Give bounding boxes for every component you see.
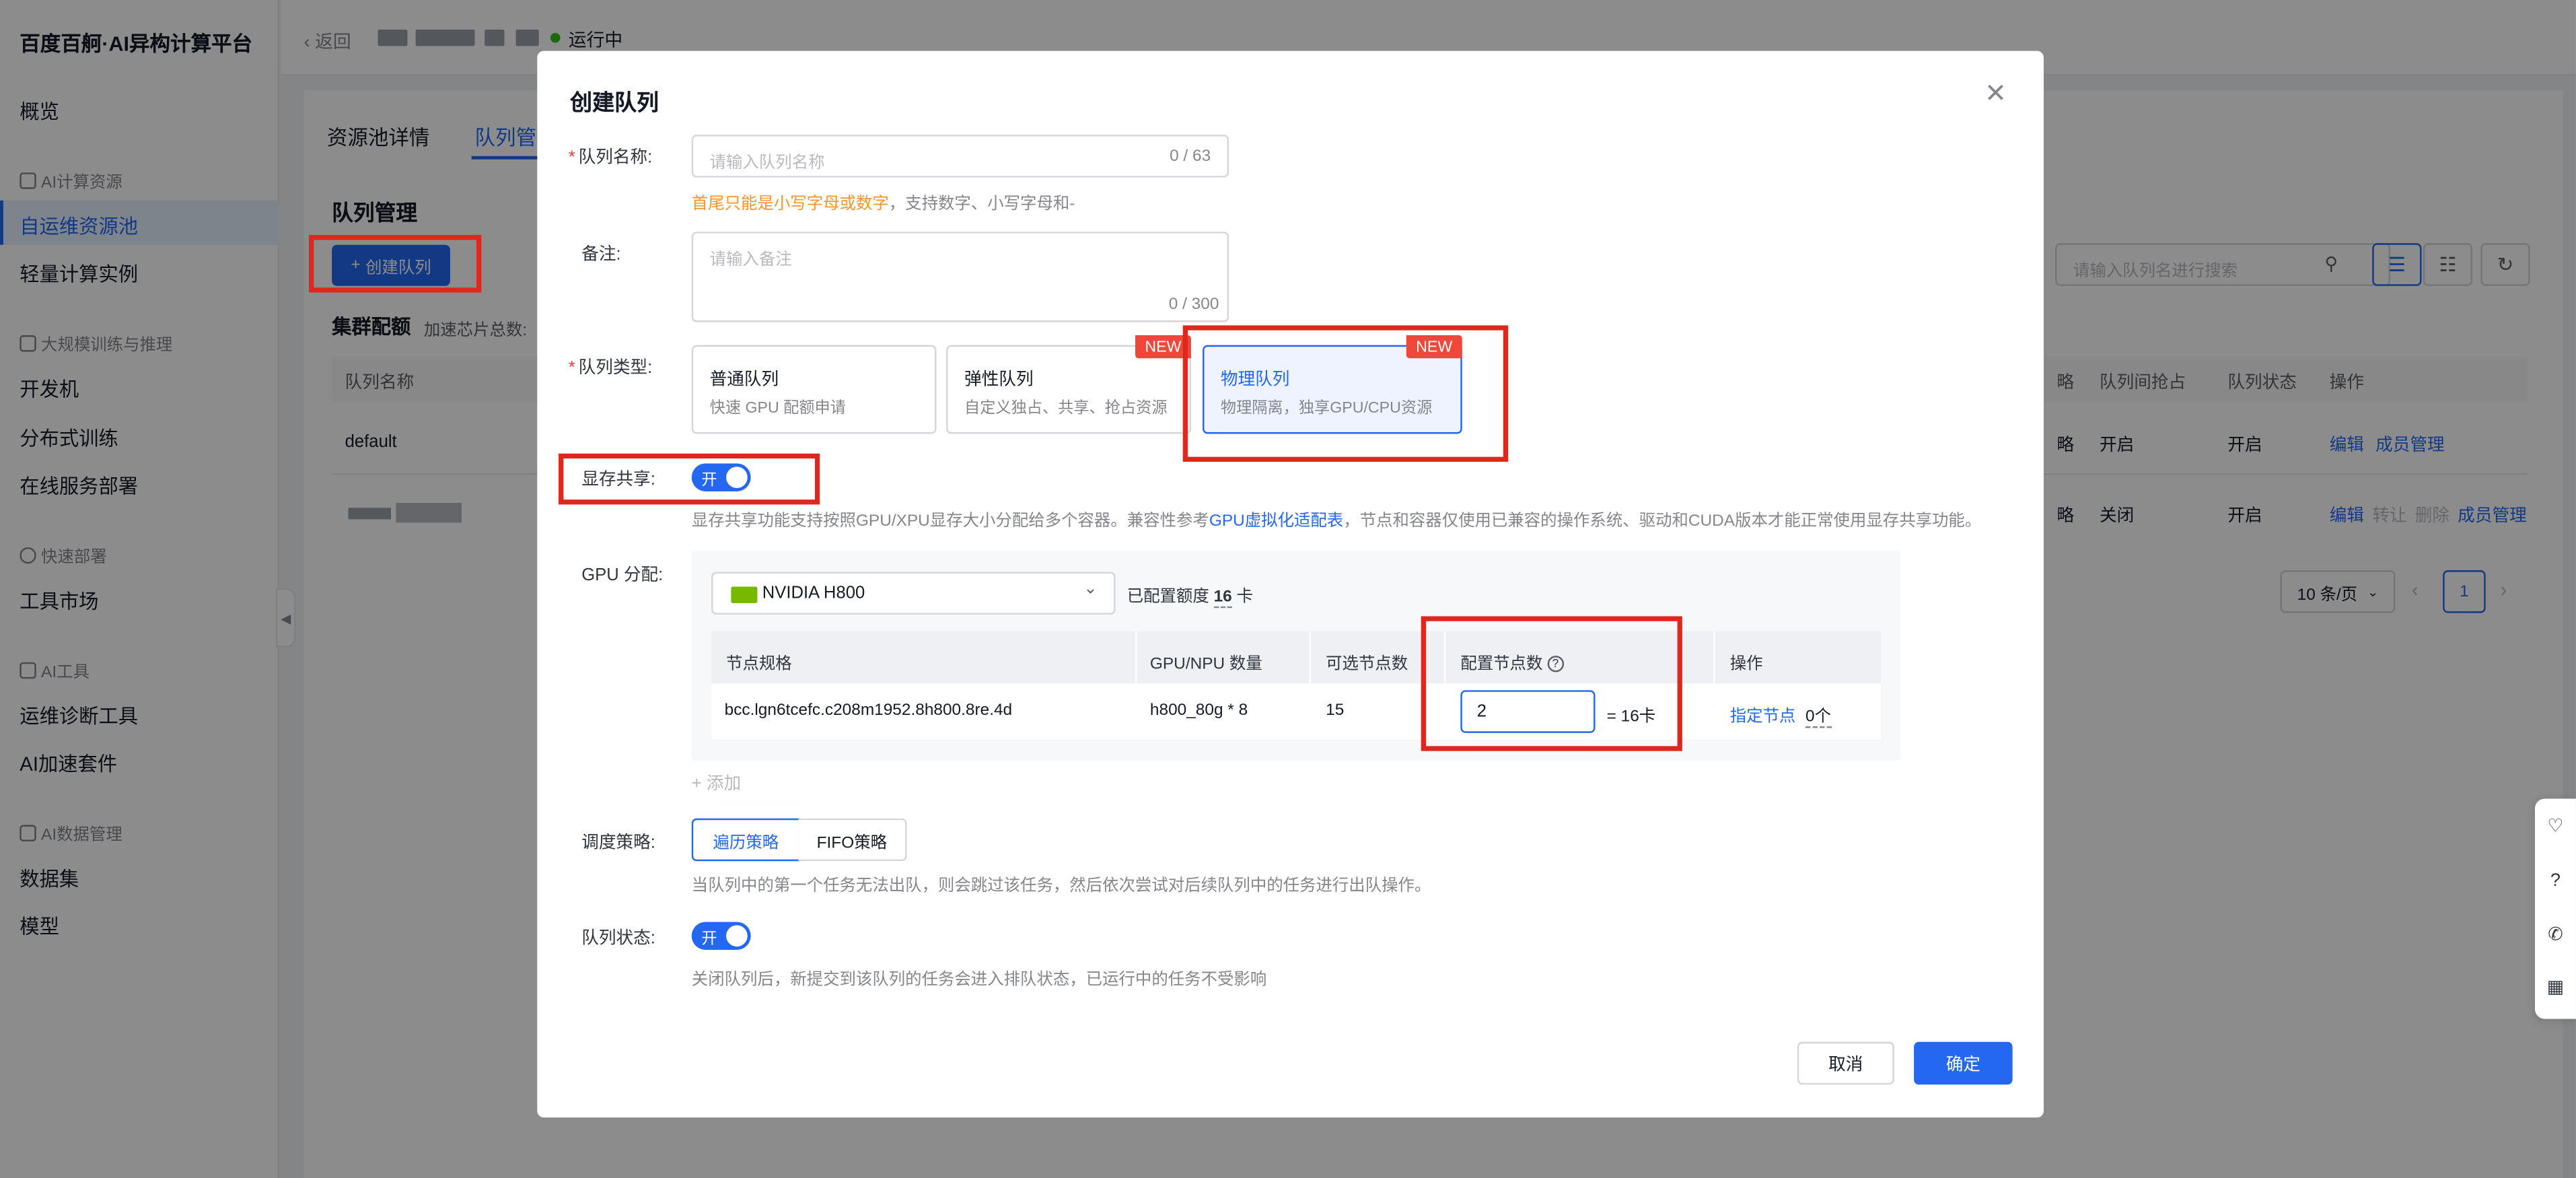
schedule-traverse-option[interactable]: 遍历策略 xyxy=(691,818,800,862)
dialog-title: 创建队列 xyxy=(570,90,659,115)
queue-state-toggle[interactable]: 开 xyxy=(691,922,751,950)
add-row-button[interactable]: + 添加 xyxy=(692,771,741,796)
phone-icon[interactable]: ✆ xyxy=(2545,925,2567,946)
node-spec: bcc.lgn6tcefc.c208m1952.8h800.8re.4d xyxy=(724,701,1013,720)
th-gpu-count: GPU/NPU 数量 xyxy=(1149,656,1262,674)
chevron-down-icon: ⌄ xyxy=(1083,580,1098,598)
plus-icon: + xyxy=(691,773,707,794)
quota-value: 16 xyxy=(1213,588,1232,609)
queue-state-hint: 关闭队列后，新提交到该队列的任务会进入排队状态，已运行中的任务不受影响 xyxy=(691,971,1267,990)
annotation-box-create xyxy=(308,235,482,293)
gpu-model-select[interactable]: NVIDIA H800 ⌄ xyxy=(711,571,1116,615)
queue-state-label: 队列状态: xyxy=(581,928,655,948)
schedule-label: 调度策略: xyxy=(581,833,655,854)
confirm-button[interactable]: 确定 xyxy=(1914,1041,2013,1085)
remark-textarea[interactable]: 请输入备注 0 / 300 xyxy=(691,232,1229,322)
cancel-button[interactable]: 取消 xyxy=(1797,1041,1894,1085)
assign-node-link[interactable]: 指定节点 xyxy=(1730,701,1796,726)
help-icon[interactable]: ? xyxy=(2545,871,2567,893)
col-divider xyxy=(1713,631,1715,684)
col-divider xyxy=(1135,631,1137,684)
queue-name-input[interactable]: 请输入队列名称 0 / 63 xyxy=(691,135,1229,178)
grid-icon[interactable]: ▦ xyxy=(2545,978,2567,1000)
node-table-row: bcc.lgn6tcefc.c208m1952.8h800.8re.4d h80… xyxy=(711,683,1882,740)
node-table-header: 节点规格 GPU/NPU 数量 可选节点数 配置节点数 ? 操作 xyxy=(711,631,1882,684)
configured-quota: 已配置额度 16 卡 xyxy=(1127,582,1253,609)
annotation-box-config xyxy=(1421,616,1682,751)
schedule-fifo-option[interactable]: FIFO策略 xyxy=(798,818,907,862)
gpu-alloc-panel: NVIDIA H800 ⌄ 已配置额度 16 卡 节点规格 GPU/NPU 数量… xyxy=(691,550,1901,761)
th-spec: 节点规格 xyxy=(726,656,792,674)
assigned-count: 0个 xyxy=(1805,701,1831,728)
gpu-count: h800_80g * 8 xyxy=(1149,701,1248,720)
th-ops: 操作 xyxy=(1729,656,1763,674)
mem-share-hint: 显存共享功能支持按照GPU/XPU显存大小分配给多个容器。兼容性参考GPU虚拟化… xyxy=(691,512,1982,531)
toggle-knob xyxy=(726,925,748,947)
queue-type-desc: 自定义独占、共享、抢占资源 xyxy=(964,399,1168,418)
gpu-model-value: NVIDIA H800 xyxy=(762,583,865,603)
queue-type-title: 普通队列 xyxy=(709,370,779,390)
floating-toolbar: ♡ ? ✆ ▦ xyxy=(2534,798,2576,1019)
remark-label: 备注: xyxy=(581,244,621,265)
avail-nodes: 15 xyxy=(1326,701,1345,720)
close-icon[interactable]: ✕ xyxy=(1984,77,2007,110)
queue-name-counter: 0 / 63 xyxy=(1170,147,1211,166)
queue-type-title: 弹性队列 xyxy=(964,370,1034,390)
gpu-alloc-label: GPU 分配: xyxy=(581,565,664,586)
col-divider xyxy=(1309,631,1312,684)
th-avail-nodes: 可选节点数 xyxy=(1326,656,1408,674)
remark-placeholder: 请输入备注 xyxy=(709,251,792,270)
nvidia-logo-icon xyxy=(731,586,758,603)
queue-name-label: * 队列名称: xyxy=(568,147,653,168)
queue-type-elastic[interactable]: 弹性队列 自定义独占、共享、抢占资源 NEW xyxy=(946,335,1191,434)
toggle-text: 开 xyxy=(701,930,717,948)
queue-type-normal[interactable]: 普通队列 快速 GPU 配额申请 xyxy=(691,345,937,434)
create-queue-dialog: 创建队列 ✕ * 队列名称: 请输入队列名称 0 / 63 首尾只能是小写字母或数… xyxy=(537,50,2044,1118)
queue-type-desc: 快速 GPU 配额申请 xyxy=(709,399,846,418)
schedule-hint: 当队列中的第一个任务无法出队，则会跳过该任务，然后依次尝试对后续队列中的任务进行… xyxy=(691,877,1431,896)
favorite-icon[interactable]: ♡ xyxy=(2545,817,2567,838)
queue-type-label: * 队列类型: xyxy=(568,358,653,378)
gpu-virt-table-link[interactable]: GPU虚拟化适配表 xyxy=(1209,513,1343,531)
remark-counter: 0 / 300 xyxy=(1168,296,1219,314)
annotation-box-memshare xyxy=(559,453,820,505)
queue-name-placeholder: 请输入队列名称 xyxy=(709,154,825,173)
annotation-box-physical xyxy=(1182,325,1509,462)
queue-name-hint: 首尾只能是小写字母或数字，支持数字、小写字母和- xyxy=(691,195,1075,214)
